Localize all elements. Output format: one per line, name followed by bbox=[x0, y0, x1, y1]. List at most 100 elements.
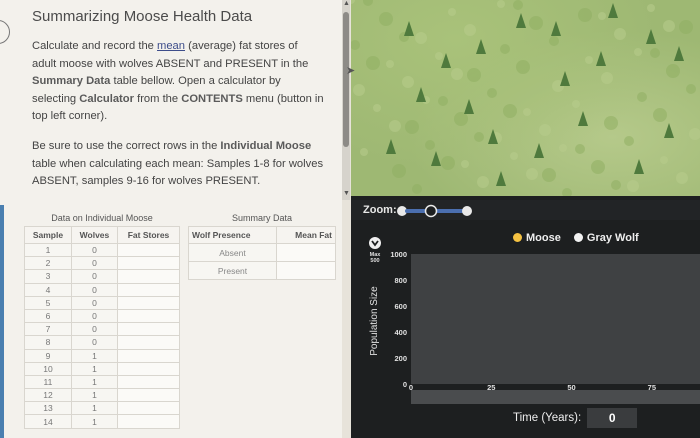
shrub bbox=[601, 72, 613, 84]
individual-table-caption: Data on Individual Moose bbox=[51, 213, 153, 223]
table-row: 40 bbox=[24, 282, 181, 297]
fat-stores-input-cell[interactable] bbox=[116, 374, 181, 390]
shrub bbox=[666, 64, 680, 78]
shrub bbox=[660, 156, 668, 164]
shrub bbox=[386, 60, 394, 68]
y-axis-label: Population Size bbox=[369, 286, 380, 356]
y-tick-label: 800 bbox=[394, 276, 407, 285]
shrub bbox=[575, 144, 585, 154]
shrub bbox=[389, 120, 401, 132]
forest-landscape-view bbox=[351, 0, 700, 196]
fat-stores-input-cell[interactable] bbox=[116, 388, 181, 403]
tree-icon bbox=[476, 39, 486, 54]
fat-stores-input-cell[interactable] bbox=[116, 242, 181, 258]
sample-cell: 12 bbox=[24, 388, 72, 403]
wolves-cell: 1 bbox=[70, 361, 118, 376]
time-value: 0 bbox=[587, 408, 638, 428]
mean-fat-input-cell[interactable] bbox=[276, 243, 336, 262]
zoom-handle[interactable] bbox=[424, 204, 438, 218]
fat-stores-input-cell[interactable] bbox=[116, 256, 181, 271]
population-chart: 020040060080010000 25 50 75Population SizeM… bbox=[369, 237, 700, 404]
wolves-cell: 1 bbox=[70, 374, 118, 390]
table-row: 30 bbox=[24, 269, 181, 284]
instructions-paragraph-1: Calculate and record the mean (average) … bbox=[32, 40, 324, 122]
table-row: 10 1 bbox=[24, 361, 181, 376]
y-tick-label: 400 bbox=[394, 328, 407, 337]
column-header-sample: Sample bbox=[24, 226, 72, 244]
fat-stores-input-cell[interactable] bbox=[116, 414, 181, 429]
fat-stores-input-cell[interactable] bbox=[116, 335, 181, 350]
shrub bbox=[497, 0, 505, 8]
shrub bbox=[679, 20, 693, 34]
fat-stores-input-cell[interactable] bbox=[116, 282, 181, 297]
instructions-paragraph-2: Be sure to use the correct rows in the I… bbox=[32, 140, 324, 187]
shrub bbox=[351, 0, 355, 4]
shrub bbox=[650, 48, 660, 58]
shrub bbox=[360, 148, 368, 156]
shrub bbox=[647, 4, 655, 12]
sample-cell: 2 bbox=[24, 256, 72, 271]
shrub bbox=[516, 60, 530, 74]
column-header-fat-stores: Fat Stores bbox=[116, 226, 181, 244]
shrub bbox=[402, 76, 414, 88]
tree-icon bbox=[386, 139, 396, 154]
shrub bbox=[624, 136, 634, 146]
y-tick-label: 0 bbox=[403, 380, 407, 389]
shrub bbox=[653, 108, 667, 122]
scroll-up-arrow-icon[interactable]: ▲ bbox=[343, 0, 350, 7]
fat-stores-input-cell[interactable] bbox=[116, 295, 181, 310]
tree-icon bbox=[560, 71, 570, 86]
fat-stores-input-cell[interactable] bbox=[116, 269, 181, 284]
shrub bbox=[451, 68, 463, 80]
shrub bbox=[474, 132, 484, 142]
shrub bbox=[503, 104, 517, 118]
fat-stores-input-cell[interactable] bbox=[116, 348, 181, 363]
shrub bbox=[351, 40, 360, 50]
fat-stores-input-cell[interactable] bbox=[116, 308, 181, 324]
shrub bbox=[529, 16, 543, 30]
zoom-control-bar: Zoom: bbox=[351, 200, 700, 220]
y-tick-label: 600 bbox=[394, 302, 407, 311]
shrub bbox=[441, 156, 455, 170]
table-row: 20 bbox=[24, 256, 181, 271]
sample-cell: 14 bbox=[24, 414, 72, 429]
shrub bbox=[464, 24, 476, 36]
table-row: 91 bbox=[24, 348, 181, 363]
table-row: 80 bbox=[24, 335, 181, 350]
y-tick-label: 1000 bbox=[390, 250, 407, 259]
summary-row-absent: Absent bbox=[188, 243, 336, 262]
fat-stores-input-cell[interactable] bbox=[116, 401, 181, 416]
shrub bbox=[526, 168, 538, 180]
tree-icon bbox=[674, 46, 684, 61]
wolves-cell: 0 bbox=[70, 269, 118, 284]
mean-link[interactable]: mean bbox=[157, 40, 185, 52]
wolves-cell: 1 bbox=[70, 401, 118, 416]
fat-stores-input-cell[interactable] bbox=[116, 322, 181, 337]
wolves-cell: 0 bbox=[70, 322, 118, 337]
shrub bbox=[634, 48, 642, 56]
zoom-in-knob-icon[interactable] bbox=[462, 206, 472, 216]
zoom-slider[interactable] bbox=[395, 204, 475, 218]
shrub bbox=[425, 140, 435, 150]
shrub bbox=[363, 0, 373, 6]
scroll-down-arrow-icon[interactable]: ▼ bbox=[343, 190, 350, 197]
sample-cell: 3 bbox=[24, 269, 72, 284]
left-edge-marker bbox=[0, 205, 4, 438]
column-header-wolves: Wolves bbox=[70, 226, 118, 244]
scrollbar-thumb[interactable] bbox=[343, 12, 349, 147]
shrub bbox=[454, 112, 468, 126]
page-title: Summarizing Moose Health Data bbox=[32, 8, 253, 25]
max-toggle-icon[interactable] bbox=[369, 237, 381, 249]
sample-cell: 11 bbox=[24, 374, 72, 390]
fat-stores-input-cell[interactable] bbox=[116, 361, 181, 376]
sample-cell: 10 bbox=[24, 361, 72, 376]
tree-icon bbox=[416, 87, 426, 102]
mean-fat-input-cell[interactable] bbox=[276, 261, 336, 280]
wolves-cell: 0 bbox=[70, 295, 118, 310]
shrub bbox=[487, 88, 497, 98]
sample-cell: 7 bbox=[24, 322, 72, 337]
max-label: 500 bbox=[370, 258, 379, 264]
tree-icon bbox=[664, 123, 674, 138]
table-row: 11 1 bbox=[24, 374, 181, 390]
plot-area bbox=[411, 254, 700, 384]
